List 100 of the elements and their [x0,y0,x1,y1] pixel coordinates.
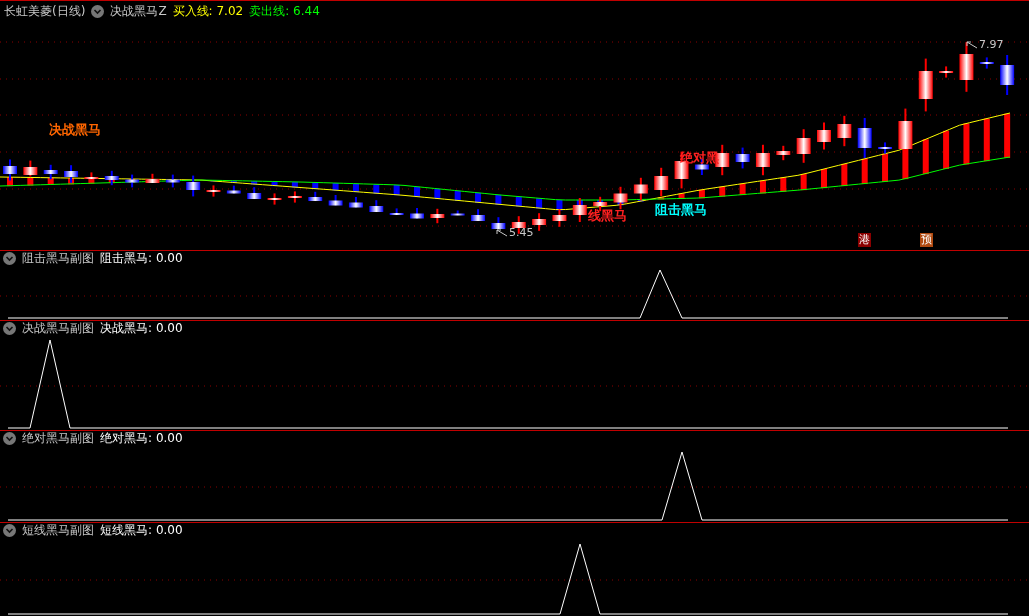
marker-badge: 预 [920,233,933,247]
band-bar [1004,113,1011,158]
dropdown-icon[interactable] [3,252,16,265]
candlestick [84,171,99,180]
band-bar [698,189,705,199]
band-bar [902,147,909,180]
band-bar [312,182,319,190]
band-bar [515,196,522,207]
candlestick [857,117,872,159]
band-bar [454,190,461,201]
band-bar [759,180,766,194]
band-bar [983,118,990,162]
candlestick [165,173,180,189]
band-bar [373,184,380,194]
band-bar [230,180,237,184]
band-bar [943,130,950,169]
series-value: 决战黑马: 0.00 [100,320,183,337]
band-bar [922,139,929,175]
candlestick [613,185,628,211]
candlestick [532,212,547,232]
indicator-value: 买入线: 7.02 [172,3,244,20]
band-bar [271,181,278,187]
band-bar [251,181,258,185]
candlestick [878,141,893,155]
dropdown-icon[interactable] [3,322,16,335]
panel-title: 短线黑马副图 [22,522,94,539]
band-bar [475,192,482,203]
band-bar [495,194,502,205]
band-bar [414,186,420,198]
candlestick [64,164,79,184]
marker-badge: 港 [858,233,871,247]
band-bar [7,177,13,187]
candlestick [979,56,994,70]
candlestick [837,114,852,148]
band-bar [678,193,685,199]
candlestick [287,190,302,204]
dropdown-icon[interactable] [91,5,105,18]
signal-label: 阻击黑马 [655,202,707,217]
band-bar [841,163,848,187]
candlestick [572,197,587,223]
candlestick [186,174,201,198]
candlestick [471,208,486,222]
series-value: 短线黑马: 0.00 [100,522,183,539]
price-label: 5.45 [509,226,534,239]
candlestick [125,173,140,189]
series-value: 阻击黑马: 0.00 [100,250,183,267]
candlestick [633,176,648,202]
dropdown-icon[interactable] [3,432,16,445]
candlestick [959,41,974,93]
price-label: 7.97 [979,38,1004,51]
dropdown-icon[interactable] [3,524,16,537]
candlestick [939,65,954,79]
band-bar [719,186,726,197]
band-bar [556,199,563,211]
band-bar [739,183,746,196]
panel-title: 阻击黑马副图 [22,250,94,267]
candlestick [410,207,424,220]
candlestick [491,216,506,230]
band-bar [882,153,889,182]
band-bar [332,183,339,191]
candlestick [1000,54,1015,96]
band-bar [821,169,827,189]
arrow-icon [496,228,508,237]
band-bar [291,181,298,188]
candlestick [247,186,262,200]
candlestick [898,107,913,150]
indicator-value: 卖出线: 6.44 [249,3,320,20]
band-bar [47,177,54,185]
candlestick [308,190,323,202]
candlestick [735,146,750,170]
candlestick [206,184,221,198]
band-bar [393,184,400,196]
candlestick [450,209,465,216]
candlestick [226,184,241,195]
candlestick [817,121,831,151]
candlestick [23,159,38,178]
band-bar [434,188,441,199]
candlestick [348,196,363,209]
band-bar [800,174,807,191]
candlestick [796,128,811,164]
series-value: 绝对黑马: 0.00 [100,430,183,447]
candlestick [145,172,160,184]
candlestick [654,166,669,198]
candlestick [104,169,119,187]
band-bar [861,158,868,185]
panel-title: 绝对黑马副图 [22,430,94,447]
band-bar [963,123,970,165]
candlestick [43,163,58,181]
stock-title: 长虹美菱(日线) [4,3,86,20]
candlestick [3,158,17,182]
band-bar [536,198,543,209]
candlestick [755,143,770,177]
candlestick [369,199,384,213]
signal-label: 决战黑马 [49,122,101,137]
candlestick [776,144,791,162]
candlestick [328,194,343,207]
band-bar [68,178,75,185]
indicator-name: 决战黑马Z [110,3,167,20]
candlestick [552,208,567,228]
panel-title: 决战黑马副图 [22,320,94,337]
